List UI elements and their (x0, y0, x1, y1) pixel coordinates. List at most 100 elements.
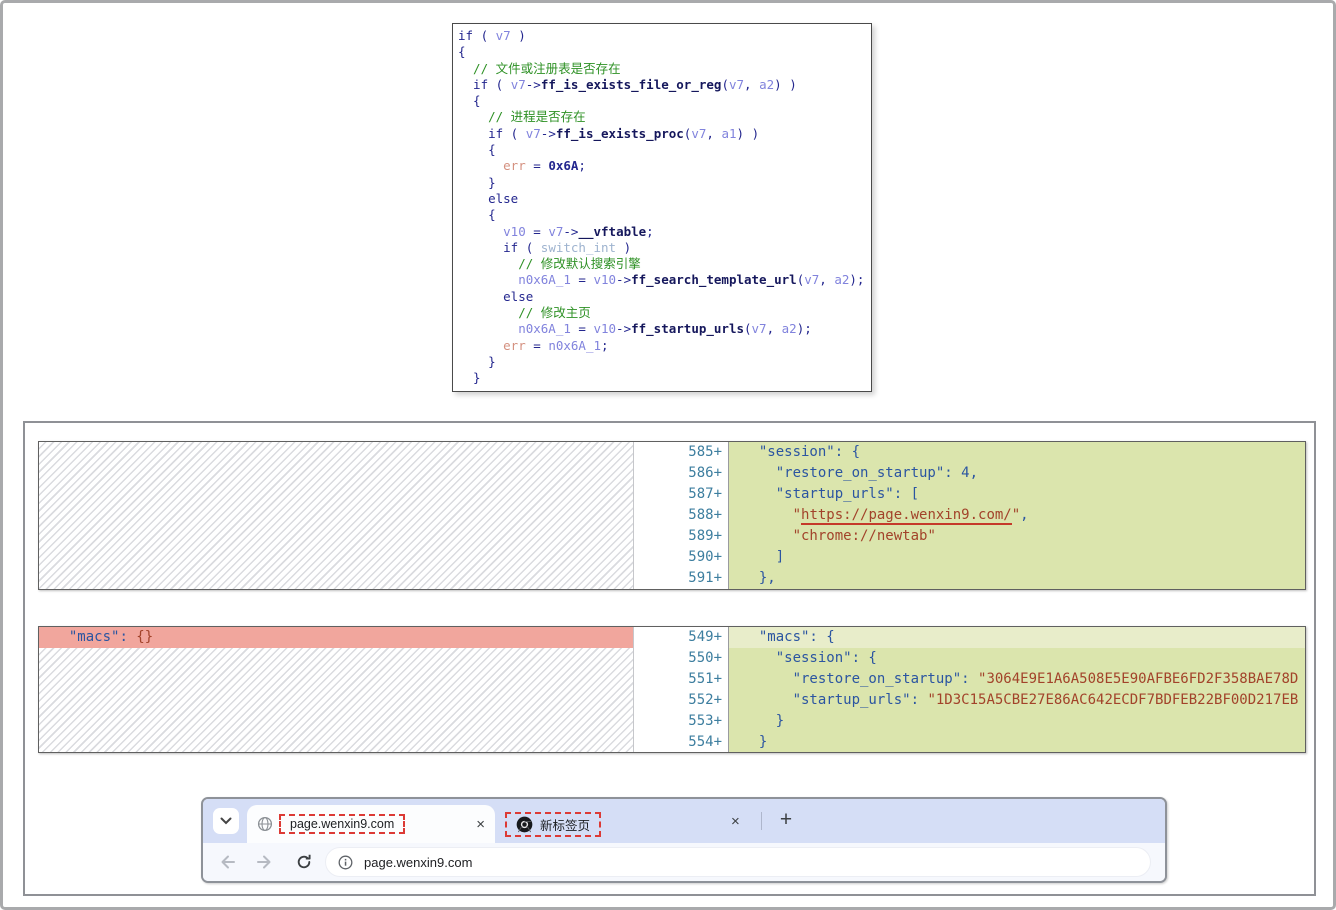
code-token: { (458, 207, 496, 222)
diff2-right-pane: "macs": { "session": { "restore_on_start… (729, 627, 1305, 752)
code-token: // 进程是否存在 (458, 109, 586, 124)
diff-added-line: "macs": { (729, 627, 1305, 648)
reload-icon[interactable] (295, 853, 313, 871)
tab2-label: 新标签页 (540, 815, 590, 834)
line-number: 585+ (634, 442, 722, 463)
diff-block-macs: "macs": {} 549+550+551+552+553+554+ "mac… (38, 626, 1306, 753)
code-line: // 文件或注册表是否存在 (458, 61, 866, 77)
code-token: , (819, 272, 834, 287)
code-line: n0x6A_1 = v10->ff_search_template_url(v7… (458, 272, 866, 288)
diff2-line-numbers: 549+550+551+552+553+554+ (634, 627, 729, 752)
tab-strip: page.wenxin9.com × 新标签页 × (203, 799, 1165, 843)
tab1-label: page.wenxin9.com (290, 817, 394, 831)
diff-added-line: "session": { (729, 648, 1305, 669)
code-box: if ( v7 ) { // 文件或注册表是否存在 if ( v7->ff_is_… (452, 23, 872, 392)
code-token: { (458, 142, 496, 157)
code-token: ) (616, 240, 631, 255)
code-line: n0x6A_1 = v10->ff_startup_urls(v7, a2); (458, 321, 866, 337)
diff-added-line: }, (729, 568, 1305, 589)
diff-added-line: "https://page.wenxin9.com/", (729, 505, 1305, 526)
diff-added-line: "startup_urls": "1D3C15A5CBE27E86AC642EC… (729, 690, 1305, 711)
line-number: 554+ (634, 732, 722, 753)
browser-window: page.wenxin9.com × 新标签页 × (201, 797, 1167, 883)
code-token: if ( (458, 126, 526, 141)
code-token: -> (526, 77, 541, 92)
tab-search-button[interactable] (213, 808, 239, 834)
code-token: ) ) (737, 126, 760, 141)
diff2-left-pane: "macs": {} (39, 627, 634, 752)
chevron-down-icon (220, 817, 232, 825)
code-token: "restore_on_startup": (742, 671, 978, 687)
address-bar-url: page.wenxin9.com (364, 855, 472, 870)
code-token: v7 (511, 77, 526, 92)
code-token: "chrome://newtab" (793, 528, 936, 544)
code-line: err = 0x6A; (458, 158, 866, 174)
code-token: v7 (691, 126, 706, 141)
code-token: https://page.wenxin9.com/ (801, 507, 1012, 525)
code-token: ); (849, 272, 864, 287)
code-token: : (119, 629, 136, 645)
code-token: }, (742, 570, 776, 586)
diff-added-line: "startup_urls": [ (729, 484, 1305, 505)
code-token: "restore_on_startup": 4, (742, 465, 978, 481)
code-token: a2 (782, 321, 797, 336)
tab2-close-icon[interactable]: × (731, 813, 740, 830)
page-info-icon[interactable] (338, 855, 353, 870)
address-bar[interactable]: page.wenxin9.com (325, 847, 1151, 877)
code-token: } (458, 370, 481, 385)
line-number: 591+ (634, 568, 722, 589)
new-tab-button[interactable]: + (773, 807, 799, 833)
back-icon[interactable] (219, 853, 237, 871)
code-token: = (526, 158, 549, 173)
line-number: 589+ (634, 526, 722, 547)
browser-toolbar: page.wenxin9.com (203, 843, 1165, 881)
code-line: if ( v7->ff_is_exists_proc(v7, a1) ) (458, 126, 866, 142)
diff-added-line: } (729, 711, 1305, 732)
annotation-box-tab1: page.wenxin9.com (279, 814, 405, 834)
code-token: if ( (458, 240, 541, 255)
code-token: v10 (593, 272, 616, 287)
tab1-close-icon[interactable]: × (476, 817, 485, 832)
diff-added-line: "chrome://newtab" (729, 526, 1305, 547)
code-token: ( (721, 77, 729, 92)
code-token: , (1020, 507, 1028, 523)
code-line: if ( v7->ff_is_exists_file_or_reg(v7, a2… (458, 77, 866, 93)
code-line: } (458, 370, 866, 386)
code-token: "macs" (52, 629, 119, 645)
code-token: ; (646, 224, 654, 239)
code-token: else (458, 289, 533, 304)
code-token: v7 (496, 28, 511, 43)
code-token: n0x6A_1 (458, 272, 571, 287)
code-token: // 文件或注册表是否存在 (458, 61, 621, 76)
code-token: ff_startup_urls (631, 321, 744, 336)
code-line: else (458, 289, 866, 305)
newtab-favicon-icon (516, 816, 533, 833)
diff-and-browser-container: 585+586+587+588+589+590+591+ "session": … (23, 421, 1316, 896)
code-token: ff_search_template_url (631, 272, 797, 287)
code-token (742, 507, 793, 523)
code-line: } (458, 354, 866, 370)
diff-added-line: "restore_on_startup": "3064E9E1A6A508E5E… (729, 669, 1305, 690)
diff-added-line: "restore_on_startup": 4, (729, 463, 1305, 484)
code-token: ) ) (774, 77, 797, 92)
code-token: = (526, 338, 549, 353)
code-token: err (458, 158, 526, 173)
code-token: a2 (759, 77, 774, 92)
code-line: else (458, 191, 866, 207)
forward-icon[interactable] (255, 853, 273, 871)
code-token: , (767, 321, 782, 336)
tab-new-tab[interactable]: 新标签页 (505, 805, 720, 843)
code-token: ] (742, 549, 784, 565)
code-token: ); (797, 321, 812, 336)
tab-page-wenxin9[interactable]: page.wenxin9.com × (247, 805, 495, 843)
line-number: 553+ (634, 711, 722, 732)
code-token: v7 (526, 126, 541, 141)
code-token: a2 (834, 272, 849, 287)
line-number: 590+ (634, 547, 722, 568)
code-token: v7 (729, 77, 744, 92)
diff2-left-hatch (39, 648, 633, 752)
line-number: 552+ (634, 690, 722, 711)
code-token: v10 (593, 321, 616, 336)
code-line: if ( switch_int ) (458, 240, 866, 256)
code-token: , (744, 77, 759, 92)
